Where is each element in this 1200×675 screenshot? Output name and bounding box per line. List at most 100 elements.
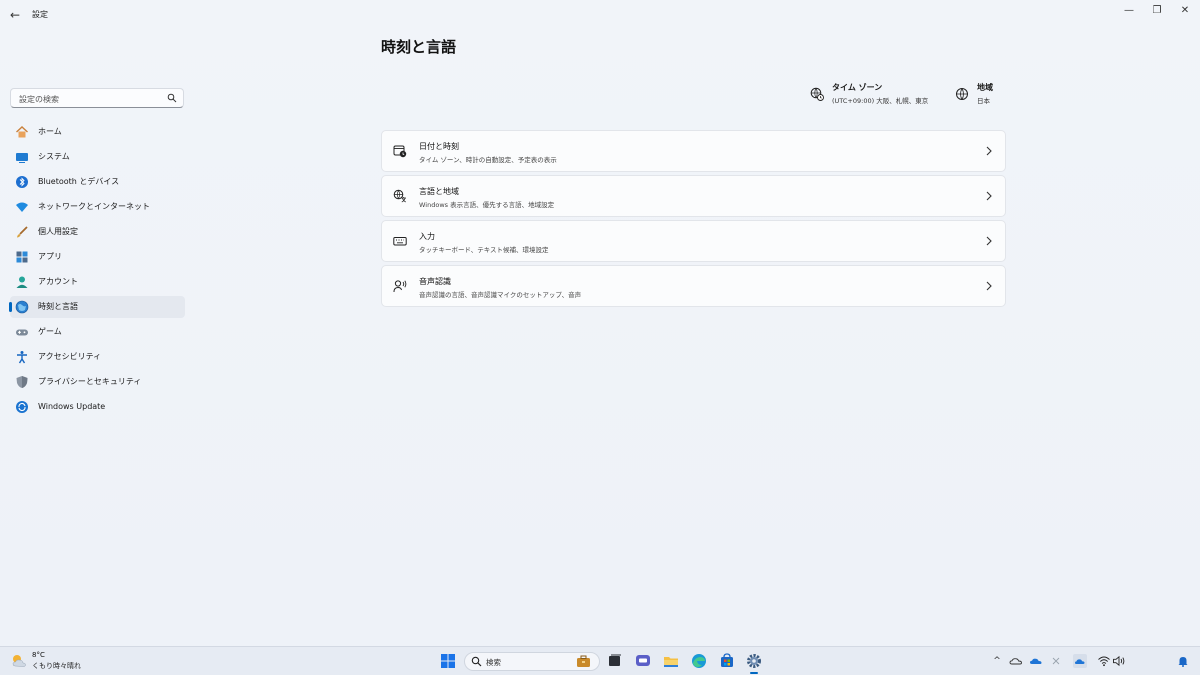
sidebar-item-label: プライバシーとセキュリティ (38, 377, 142, 386)
search-input[interactable] (17, 91, 167, 107)
card-subtitle: タイム ゾーン、時計の自動設定、予定表の表示 (419, 156, 557, 164)
title-bar: ← 設定 — ❐ ✕ (0, 0, 1200, 30)
sidebar-item-label: アカウント (38, 277, 78, 286)
sidebar-item-label: ネットワークとインターネット (38, 202, 150, 211)
wifi-icon (16, 202, 28, 212)
edge-icon[interactable] (690, 652, 708, 670)
teams-chat-icon[interactable] (634, 652, 652, 670)
calendar-clock-icon (393, 145, 407, 158)
sidebar-item-windows-update[interactable]: Windows Update (10, 396, 185, 418)
briefcase-icon (577, 655, 590, 667)
sidebar-item-label: ゲーム (38, 327, 62, 336)
store-icon[interactable] (718, 652, 736, 670)
sidebar-item-system[interactable]: システム (10, 146, 185, 168)
sidebar-item-label: 時刻と言語 (38, 302, 78, 311)
sidebar-item-label: アクセシビリティ (38, 352, 102, 361)
system-icon (16, 153, 28, 163)
sidebar-item-accounts[interactable]: アカウント (10, 271, 185, 293)
settings-window: ← 設定 — ❐ ✕ ホーム システム (0, 0, 1200, 646)
file-explorer-icon[interactable] (662, 652, 680, 670)
wifi-tray-icon[interactable] (1097, 654, 1111, 668)
time-language-icon (15, 300, 29, 314)
sidebar-item-home[interactable]: ホーム (10, 121, 185, 143)
sidebar-item-label: 個人用設定 (38, 227, 78, 236)
chevron-right-icon (986, 281, 992, 291)
app-title: 設定 (32, 10, 48, 19)
sidebar-item-label: Bluetooth とデバイス (38, 177, 120, 186)
chevron-right-icon (986, 236, 992, 246)
accessibility-icon (17, 351, 27, 364)
sidebar-item-label: ホーム (38, 127, 62, 136)
card-subtitle: タッチキーボード、テキスト候補、環境設定 (419, 246, 549, 254)
task-view-icon[interactable] (606, 652, 624, 670)
weather-icon[interactable] (10, 652, 28, 670)
date-time-card[interactable]: 日付と時刻 タイム ゾーン、時計の自動設定、予定表の表示 (381, 130, 1006, 172)
update-icon (16, 401, 28, 413)
timezone-info: タイム ゾーン (UTC+09:00) 大阪、札幌、東京 (810, 82, 940, 110)
typing-card[interactable]: 入力 タッチキーボード、テキスト候補、環境設定 (381, 220, 1006, 262)
page-title: 時刻と言語 (381, 38, 457, 56)
timezone-title: タイム ゾーン (832, 83, 883, 92)
sidebar-item-label: Windows Update (38, 402, 106, 411)
timezone-value: (UTC+09:00) 大阪、札幌、東京 (832, 97, 929, 105)
weather-description[interactable]: くもり時々晴れ (32, 661, 81, 671)
shield-icon (16, 376, 28, 388)
sidebar-item-label: システム (38, 152, 70, 161)
card-subtitle: Windows 表示言語、優先する言語、地域設定 (419, 201, 555, 209)
card-title: 言語と地域 (419, 187, 459, 196)
sidebar-item-label: アプリ (38, 252, 62, 261)
sidebar-item-accessibility[interactable]: アクセシビリティ (10, 346, 185, 368)
onedrive-icon[interactable] (1009, 654, 1023, 668)
search-icon (471, 656, 482, 667)
home-icon (16, 126, 28, 138)
tray-overflow-chevron[interactable]: ^ (990, 654, 1004, 668)
minimize-button[interactable]: — (1117, 4, 1141, 18)
weather-tray-icon[interactable] (1073, 654, 1087, 668)
close-button[interactable]: ✕ (1173, 4, 1197, 18)
settings-search-box[interactable] (10, 88, 184, 108)
start-icon[interactable] (439, 652, 457, 670)
speech-icon (393, 280, 407, 293)
region-title: 地域 (977, 83, 993, 92)
weather-temperature[interactable]: 8°C (32, 651, 45, 659)
keyboard-icon (393, 237, 407, 246)
timezone-icon (810, 87, 824, 101)
sidebar-item-bluetooth[interactable]: Bluetooth とデバイス (10, 171, 185, 193)
sidebar-item-time-language[interactable]: 時刻と言語 (9, 296, 185, 318)
card-subtitle: 音声認識の言語、音声認識マイクのセットアップ、音声 (419, 291, 582, 299)
back-button[interactable]: ← (6, 7, 24, 23)
brush-icon (17, 226, 28, 238)
maximize-button[interactable]: ❐ (1145, 4, 1169, 18)
taskbar-search-label: 検索 (486, 658, 501, 667)
notification-bell-icon[interactable] (1176, 654, 1190, 668)
settings-gear-icon[interactable] (745, 652, 763, 670)
card-title: 日付と時刻 (419, 142, 459, 151)
chevron-right-icon (986, 146, 992, 156)
sidebar-item-network[interactable]: ネットワークとインターネット (10, 196, 185, 218)
speech-card[interactable]: 音声認識 音声認識の言語、音声認識マイクのセットアップ、音声 (381, 265, 1006, 307)
language-region-card[interactable]: 言語と地域 Windows 表示言語、優先する言語、地域設定 (381, 175, 1006, 217)
globe-icon (956, 88, 968, 100)
language-icon (393, 189, 406, 203)
chevron-right-icon (986, 191, 992, 201)
active-app-indicator (750, 672, 758, 674)
region-info: 地域 日本 (955, 82, 1015, 110)
card-title: 音声認識 (419, 277, 451, 286)
close-notification-icon[interactable] (1049, 654, 1063, 668)
region-value: 日本 (977, 97, 990, 105)
sidebar-item-personalization[interactable]: 個人用設定 (10, 221, 185, 243)
card-title: 入力 (419, 232, 435, 241)
sidebar-item-gaming[interactable]: ゲーム (10, 321, 185, 343)
gamepad-icon (16, 329, 28, 336)
bluetooth-icon (16, 176, 28, 188)
apps-icon (16, 251, 28, 263)
taskbar: 8°C くもり時々晴れ 検索 ^ (0, 646, 1200, 675)
search-icon[interactable] (167, 93, 177, 103)
account-icon (16, 276, 28, 288)
taskbar-search[interactable]: 検索 (464, 652, 600, 671)
onedrive-cloud-icon[interactable] (1029, 654, 1043, 668)
settings-cards: 日付と時刻 タイム ゾーン、時計の自動設定、予定表の表示 言語と地域 Windo… (381, 130, 1006, 310)
sidebar-item-privacy[interactable]: プライバシーとセキュリティ (10, 371, 185, 393)
volume-icon[interactable] (1112, 654, 1126, 668)
sidebar-item-apps[interactable]: アプリ (10, 246, 185, 268)
